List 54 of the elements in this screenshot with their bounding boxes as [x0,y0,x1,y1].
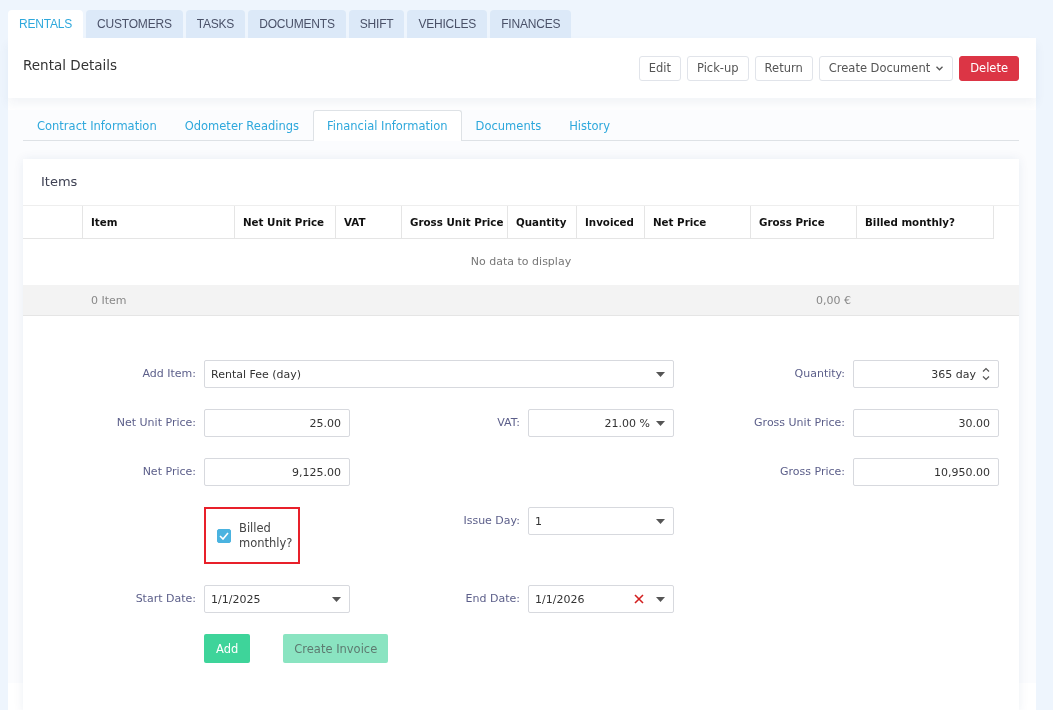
page-title: Rental Details [23,57,118,73]
spinner-field[interactable]: 365 day [853,360,999,388]
column-header: Net Price [645,206,751,239]
select-field[interactable]: 1 [528,507,674,535]
date-field[interactable]: 1/1/2026 [528,585,674,613]
caret-icon [332,596,341,602]
input-field[interactable]: 9,125.00 [204,458,350,486]
column-header: Invoiced [577,206,645,239]
module-tab[interactable]: FINANCES [490,10,572,38]
input-field[interactable]: 25.00 [204,409,350,437]
caret-icon [656,596,665,602]
action-button[interactable]: Return [754,55,813,81]
column-header: Net Unit Price [235,206,336,239]
total-amount: 0,00 € [815,293,852,307]
module-tab[interactable]: DOCUMENTS [248,10,346,38]
caret-icon [656,518,665,524]
column-header: Quantity [508,206,577,239]
select-field[interactable]: 21.00 % [528,409,674,437]
checkbox[interactable] [217,528,231,543]
module-tab[interactable]: TASKS [185,10,246,38]
column-header: VAT [336,206,402,239]
column-header: Gross Price [751,206,857,239]
input-field[interactable]: 10,950.00 [853,458,999,486]
field-label: Start Date: [134,591,197,607]
column-header: Gross Unit Price [402,206,508,239]
caret-icon [656,371,665,377]
module-tab[interactable]: SHIFT [348,10,405,38]
item-count: 0 Item [90,293,128,307]
action-button[interactable]: Pick-up [686,55,749,81]
field-label: Issue Day: [462,513,521,529]
field-label: Gross Unit Price: [753,415,846,431]
clear-icon[interactable] [634,594,644,604]
module-tab[interactable]: VEHICLES [407,10,488,38]
empty-message: No data to display [469,254,573,270]
module-tab[interactable]: CUSTOMERS [86,10,183,38]
dropdown-button[interactable]: Create Document [818,55,954,81]
select-field[interactable]: Rental Fee (day) [204,360,674,388]
field-label: VAT: [496,415,521,431]
delete-button[interactable]: Delete [959,55,1019,81]
column-header: Billed monthly? [857,206,994,239]
field-label: End Date: [464,591,521,607]
caret-icon [656,420,665,426]
field-label: Quantity: [793,366,846,382]
chevron-down-icon [936,65,944,71]
panel-title: Items [40,173,79,191]
spin-arrows-icon[interactable] [982,367,990,381]
date-field[interactable]: 1/1/2025 [204,585,350,613]
field-label: Gross Price: [778,464,846,480]
field-label: Add Item: [141,366,197,382]
column-header: Item [83,206,235,239]
action-button[interactable]: Edit [638,55,681,81]
field-label: Net Price: [141,464,197,480]
input-field[interactable]: 30.00 [853,409,999,437]
field-label: Net Unit Price: [115,415,197,431]
